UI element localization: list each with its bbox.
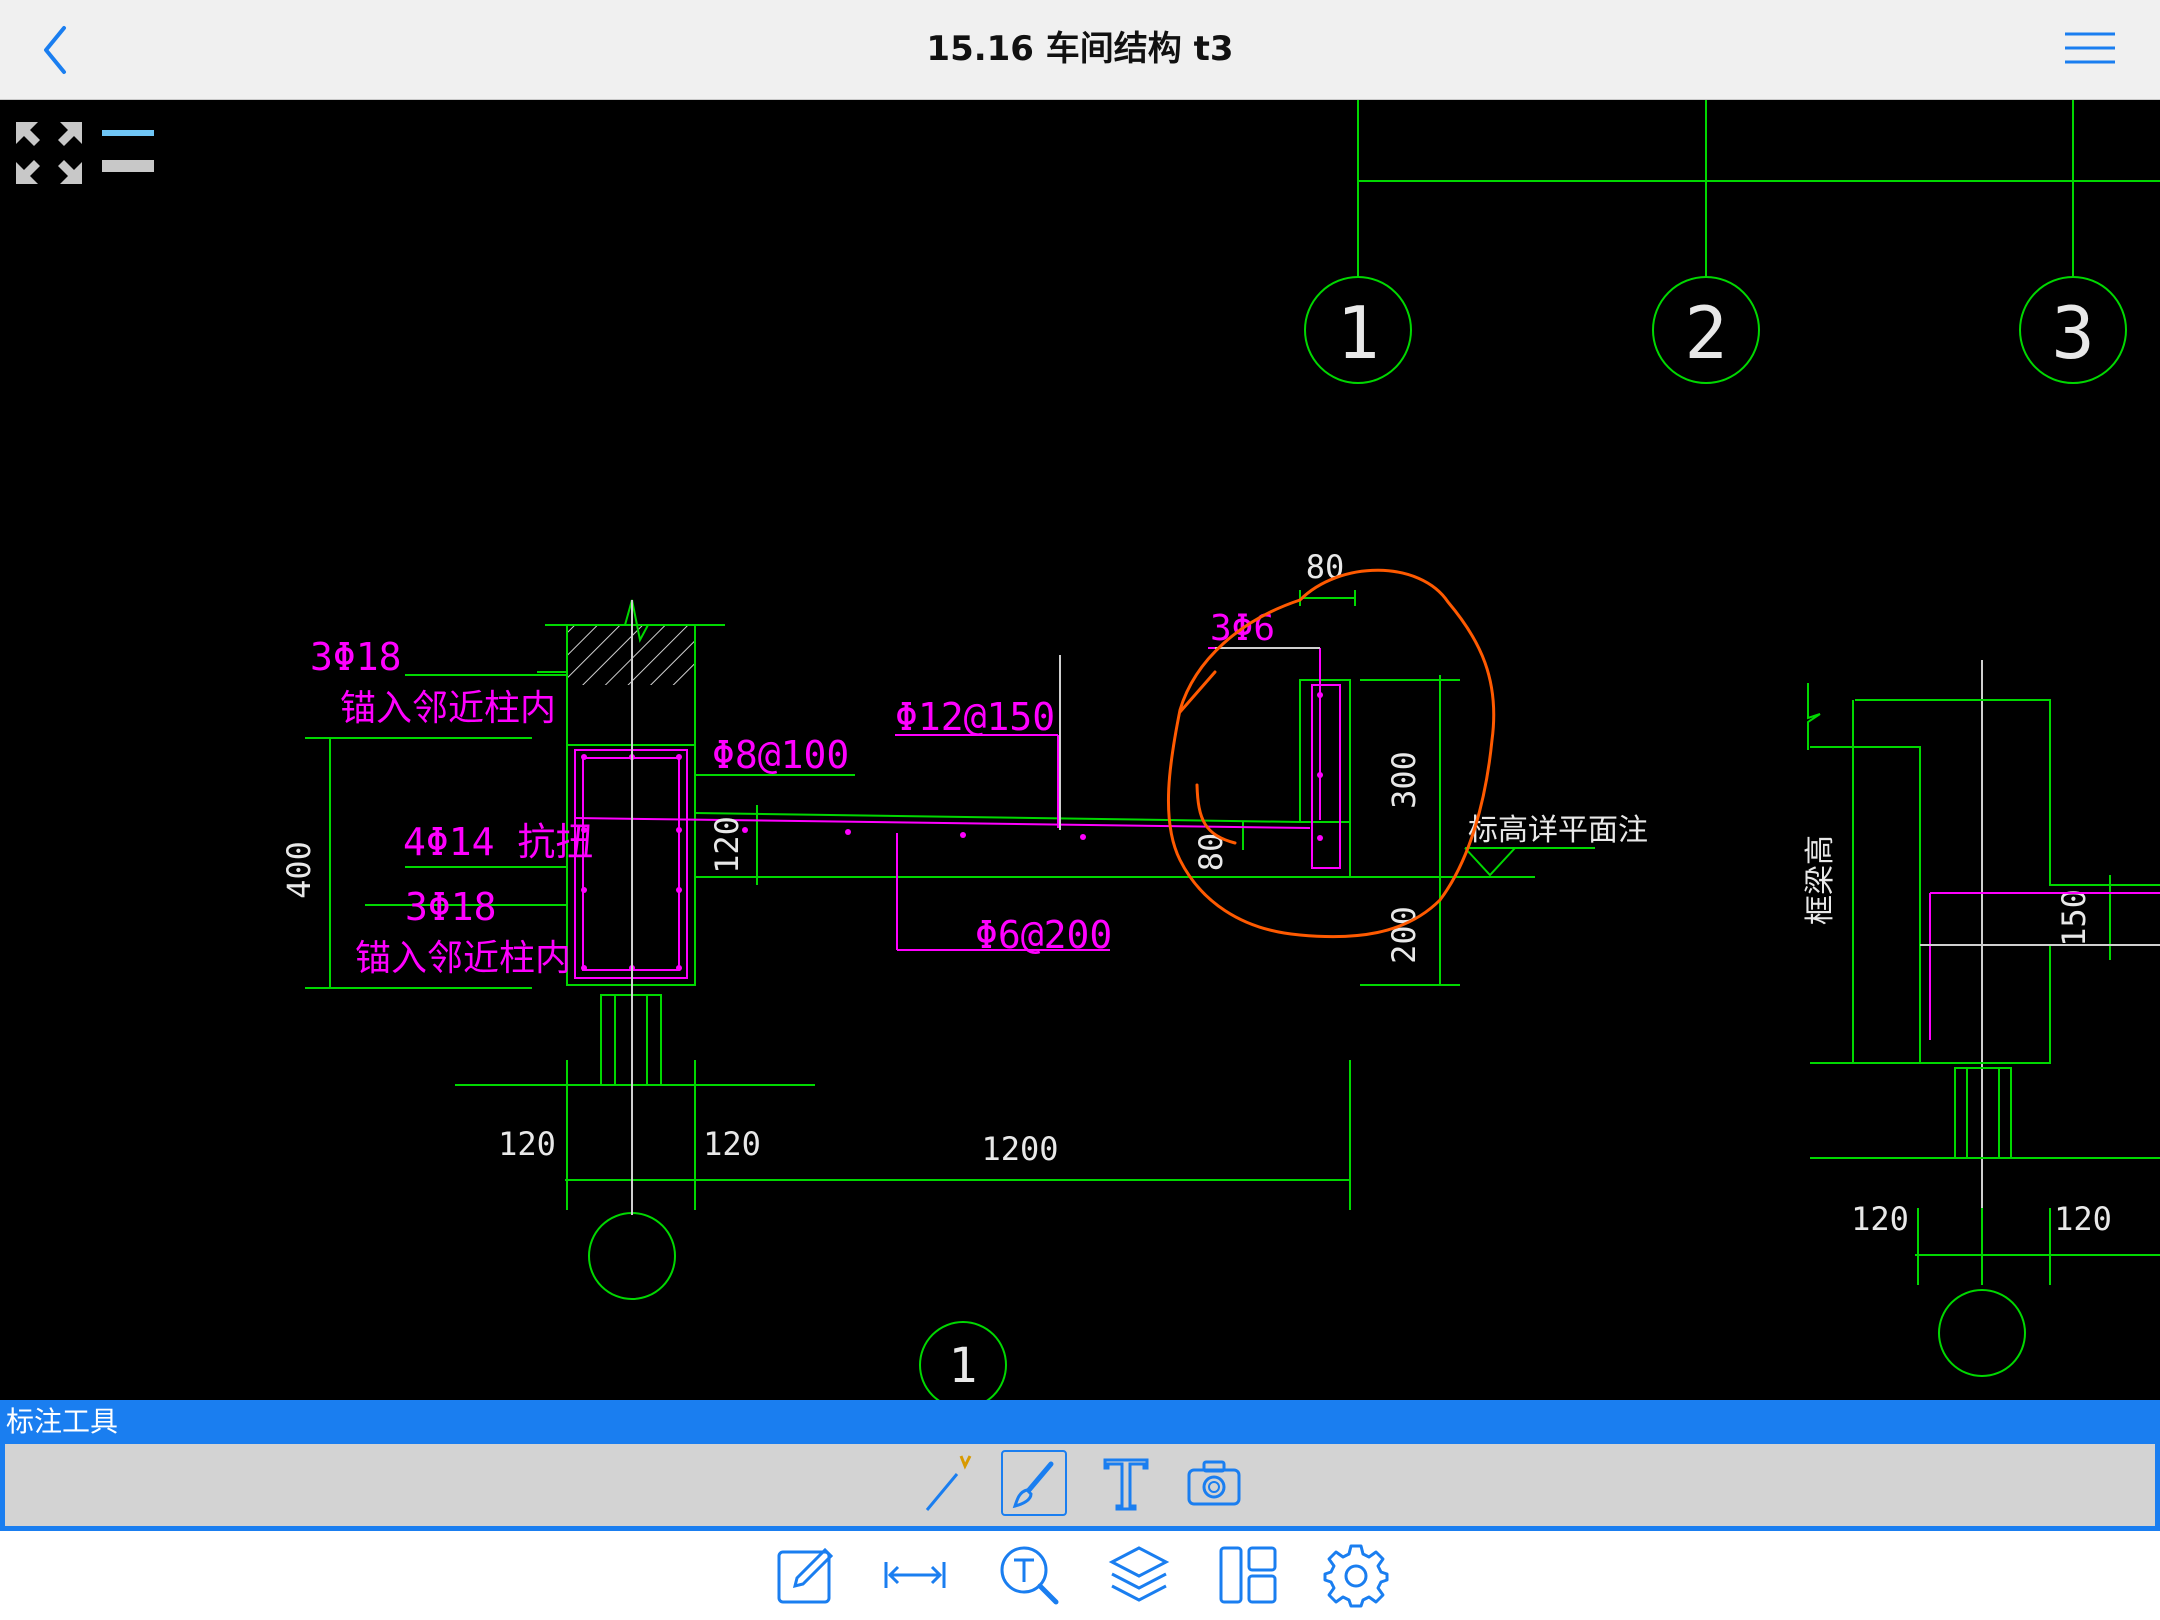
dim-200: 200	[1385, 906, 1423, 964]
text-tool-icon	[1103, 1458, 1149, 1511]
label-slab-bottom-bar: Φ6@200	[975, 913, 1112, 957]
text-search-button[interactable]	[996, 1542, 1062, 1608]
annotation-panel-title: 标注工具	[6, 1405, 119, 1438]
axis-grid	[1304, 100, 2160, 384]
drawing-canvas[interactable]: 1 2 3 3Φ18 锚入邻近柱内 Φ8@100 Φ12@150 3Φ6 4Φ1…	[0, 100, 2160, 1400]
dim-120-b: 120	[703, 1125, 761, 1163]
pen-tool-button[interactable]	[913, 1450, 979, 1516]
label-torsion: 4Φ14 抗扭	[403, 820, 593, 864]
axis-label-bottom: 1	[949, 1338, 978, 1394]
layers-icon	[1108, 1546, 1170, 1602]
pen-v-icon	[925, 1455, 972, 1511]
layers-button[interactable]	[1106, 1542, 1172, 1608]
layout-icon	[1219, 1546, 1277, 1604]
center-lines	[631, 600, 1983, 1250]
label-bottom-bar: 3Φ18	[405, 885, 497, 929]
settings-button[interactable]	[1323, 1542, 1389, 1608]
label-anchor-top: 锚入邻近柱内	[340, 688, 556, 729]
annotation-panel-header: 标注工具	[0, 1400, 2160, 1444]
bottom-toolbar	[0, 1531, 2160, 1620]
edit-button[interactable]	[773, 1542, 839, 1608]
annotation-panel	[0, 1444, 2160, 1531]
brush-tool-button[interactable]	[1001, 1450, 1067, 1516]
axis-label-1: 1	[1336, 291, 1379, 375]
label-anchor-bottom: 锚入邻近柱内	[355, 938, 571, 979]
label-beam-height: 框梁高	[1803, 835, 1838, 925]
dim-150: 150	[2055, 889, 2093, 947]
text-tool-button[interactable]	[1093, 1450, 1159, 1516]
axis-label-2: 2	[1684, 291, 1727, 375]
top-bar: 15.16 车间结构 t3	[0, 0, 2160, 100]
menu-button[interactable]	[2055, 22, 2125, 78]
measure-button[interactable]	[882, 1542, 948, 1608]
back-button[interactable]	[28, 18, 92, 82]
camera-icon	[1187, 1460, 1241, 1506]
dim-80-top: 80	[1306, 548, 1345, 586]
dim-1200: 1200	[981, 1130, 1058, 1168]
measure-icon	[884, 1562, 946, 1588]
label-stirrup: Φ8@100	[712, 733, 849, 777]
annotation-toolbar	[5, 1444, 2155, 1526]
page-title: 15.16 车间结构 t3	[926, 29, 1234, 69]
dim-400: 400	[280, 841, 318, 899]
label-slab-top-bar: Φ12@150	[895, 695, 1055, 739]
text-search-icon	[1000, 1546, 1059, 1605]
fullscreen-icon[interactable]	[16, 122, 82, 184]
chevron-left-icon	[44, 26, 66, 74]
brush-icon	[1012, 1461, 1054, 1509]
axis-label-3: 3	[2051, 291, 2094, 375]
right-section	[1807, 683, 2160, 1377]
dim-120-a: 120	[498, 1125, 556, 1163]
label-top-bar: 3Φ18	[310, 635, 402, 679]
dim-120-d: 120	[2054, 1200, 2112, 1238]
view-tools	[10, 118, 160, 188]
dim-120-slab: 120	[708, 816, 746, 874]
camera-tool-button[interactable]	[1181, 1450, 1247, 1516]
hamburger-menu-icon	[2065, 32, 2115, 64]
edit-icon	[777, 1547, 834, 1604]
settings-icon	[1323, 1544, 1389, 1608]
dim-300: 300	[1385, 751, 1423, 809]
dim-120-c: 120	[1851, 1200, 1909, 1238]
label-elev-note: 标高详平面注	[1468, 813, 1648, 848]
layer-toggle-icon[interactable]	[102, 130, 154, 172]
right-rebar	[1929, 892, 2160, 1040]
layout-button[interactable]	[1215, 1542, 1281, 1608]
